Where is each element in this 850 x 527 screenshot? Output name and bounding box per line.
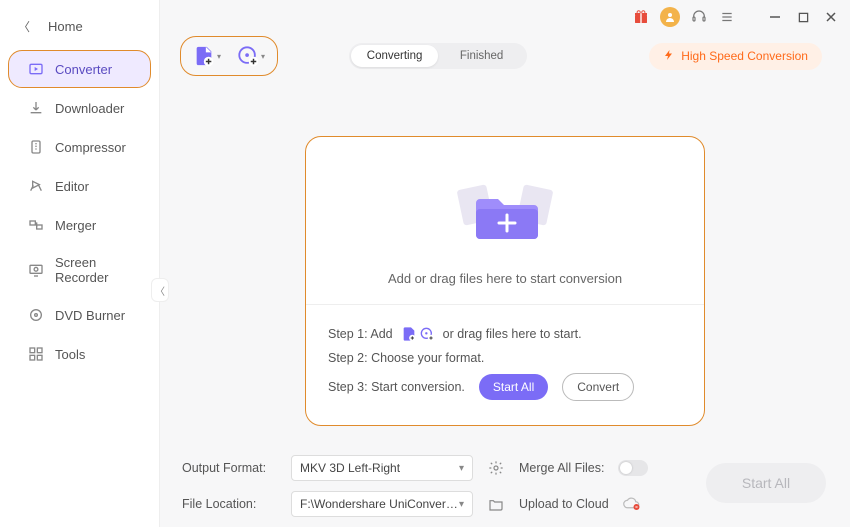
main-panel: ▾ ▾ Converting Finished High Speed Conve…: [160, 0, 850, 527]
collapse-sidebar-button[interactable]: 〈: [151, 278, 169, 302]
sidebar-item-label: Converter: [55, 62, 112, 77]
sidebar: 〈 Home Converter Downloader Compressor: [0, 0, 160, 527]
tab-converting[interactable]: Converting: [351, 45, 438, 67]
dropzone-text: Add or drag files here to start conversi…: [326, 271, 684, 286]
dropzone-card: Add or drag files here to start conversi…: [305, 136, 705, 426]
window-maximize-button[interactable]: [794, 8, 812, 26]
chevron-down-icon: ▾: [459, 463, 464, 474]
titlebar: [160, 0, 850, 30]
start-all-pill[interactable]: Start All: [479, 374, 548, 400]
converter-icon: [27, 60, 45, 78]
support-icon[interactable]: [690, 8, 708, 26]
step-3: Step 3: Start conversion. Start All Conv…: [328, 373, 682, 401]
app-root: 〈 Home Converter Downloader Compressor: [0, 0, 850, 527]
output-format-select[interactable]: MKV 3D Left-Right ▾: [291, 455, 473, 481]
hsc-label: High Speed Conversion: [681, 49, 808, 63]
folder-illustration: [326, 165, 684, 255]
start-all-button[interactable]: Start All: [706, 463, 826, 503]
separator: [746, 8, 756, 26]
add-dvd-button[interactable]: ▾: [233, 41, 269, 71]
bolt-icon: [663, 48, 675, 65]
sidebar-item-merger[interactable]: Merger: [8, 206, 151, 244]
topbar: ▾ ▾ Converting Finished High Speed Conve…: [160, 30, 850, 82]
sidebar-item-label: DVD Burner: [55, 308, 125, 323]
sidebar-item-compressor[interactable]: Compressor: [8, 128, 151, 166]
content-area: Add or drag files here to start conversi…: [160, 82, 850, 445]
home-label: Home: [48, 19, 83, 34]
output-format-label: Output Format:: [182, 461, 277, 475]
sidebar-item-label: Merger: [55, 218, 96, 233]
step1-pre: Step 1: Add: [328, 325, 393, 343]
merger-icon: [27, 216, 45, 234]
editor-icon: [27, 177, 45, 195]
step1-icons: [401, 326, 435, 342]
file-location-select[interactable]: F:\Wondershare UniConverter 1 ▾: [291, 491, 473, 517]
upload-label: Upload to Cloud: [519, 497, 609, 511]
step-2: Step 2: Choose your format.: [328, 349, 682, 367]
open-folder-icon[interactable]: [487, 495, 505, 513]
add-dvd-icon: [237, 45, 259, 67]
window-minimize-button[interactable]: [766, 8, 784, 26]
chevron-down-icon: ▾: [459, 499, 464, 510]
dvd-burner-icon: [27, 306, 45, 324]
gift-icon[interactable]: [632, 8, 650, 26]
step3-text: Step 3: Start conversion.: [328, 378, 465, 396]
add-file-icon: [193, 45, 215, 67]
chevron-left-icon: 〈: [18, 18, 30, 35]
dropzone-steps: Step 1: Add or drag files here to start.…: [306, 304, 704, 425]
output-format-value: MKV 3D Left-Right: [300, 461, 400, 475]
sidebar-item-label: Compressor: [55, 140, 126, 155]
settings-icon[interactable]: [487, 459, 505, 477]
menu-icon[interactable]: [718, 8, 736, 26]
home-button[interactable]: 〈 Home: [0, 8, 159, 47]
add-buttons-group: ▾ ▾: [180, 36, 278, 76]
status-tabs: Converting Finished: [349, 43, 527, 69]
sidebar-item-editor[interactable]: Editor: [8, 167, 151, 205]
convert-pill[interactable]: Convert: [562, 373, 634, 401]
add-dvd-icon: [419, 326, 435, 342]
window-close-button[interactable]: [822, 8, 840, 26]
sidebar-item-tools[interactable]: Tools: [8, 335, 151, 373]
tab-finished[interactable]: Finished: [438, 45, 525, 67]
compressor-icon: [27, 138, 45, 156]
dropzone-area[interactable]: Add or drag files here to start conversi…: [306, 137, 704, 304]
sidebar-item-downloader[interactable]: Downloader: [8, 89, 151, 127]
chevron-down-icon: ▾: [261, 52, 265, 61]
sidebar-item-screen-recorder[interactable]: Screen Recorder: [8, 245, 151, 295]
file-location-label: File Location:: [182, 497, 277, 511]
cloud-icon[interactable]: [623, 496, 641, 512]
downloader-icon: [27, 99, 45, 117]
merge-toggle[interactable]: [618, 460, 648, 476]
sidebar-item-label: Tools: [55, 347, 85, 362]
add-file-button[interactable]: ▾: [189, 41, 225, 71]
sidebar-item-label: Downloader: [55, 101, 124, 116]
sidebar-item-converter[interactable]: Converter: [8, 50, 151, 88]
step-1: Step 1: Add or drag files here to start.: [328, 325, 682, 343]
high-speed-conversion-button[interactable]: High Speed Conversion: [649, 43, 822, 70]
tools-icon: [27, 345, 45, 363]
add-file-icon: [401, 326, 417, 342]
sidebar-item-label: Editor: [55, 179, 89, 194]
merge-label: Merge All Files:: [519, 461, 604, 475]
file-location-value: F:\Wondershare UniConverter 1: [300, 497, 459, 511]
avatar-icon[interactable]: [660, 7, 680, 27]
sidebar-item-label: Screen Recorder: [55, 255, 138, 285]
screen-recorder-icon: [27, 261, 45, 279]
sidebar-list: Converter Downloader Compressor Editor: [0, 47, 159, 374]
step1-post: or drag files here to start.: [443, 325, 582, 343]
chevron-down-icon: ▾: [217, 52, 221, 61]
sidebar-item-dvd-burner[interactable]: DVD Burner: [8, 296, 151, 334]
